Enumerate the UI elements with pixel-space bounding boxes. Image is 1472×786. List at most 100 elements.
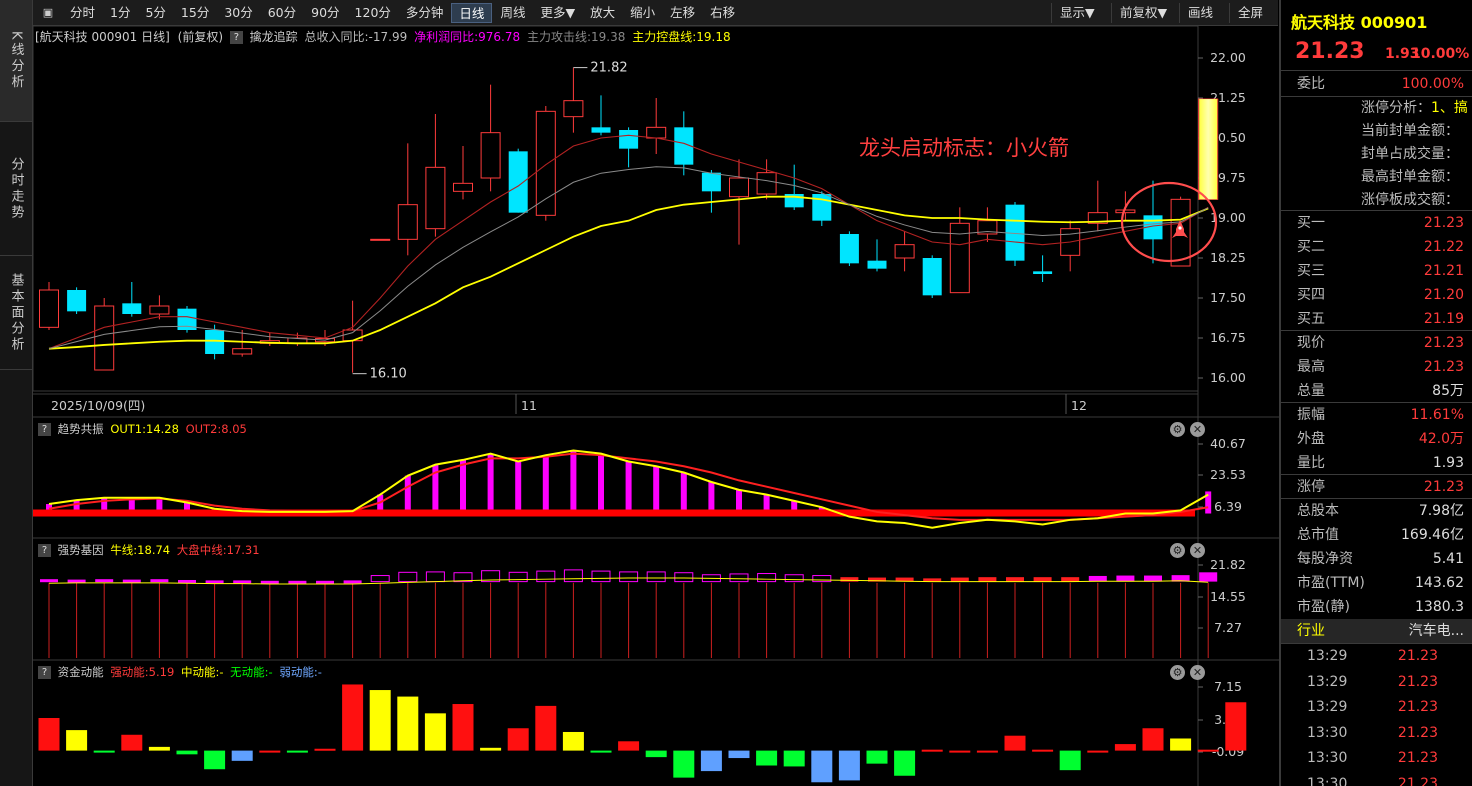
gene-bar bbox=[1033, 577, 1052, 582]
candle-body bbox=[67, 290, 87, 312]
period-button-2[interactable]: 5分 bbox=[138, 3, 172, 23]
display-menu[interactable]: 显示▼ bbox=[1051, 3, 1103, 23]
limit-line-4: 涨停板成交额： bbox=[1361, 192, 1459, 208]
tick-row: 13:30 21.23 bbox=[1307, 724, 1438, 741]
fullscreen-button[interactable]: 全屏 bbox=[1229, 3, 1271, 23]
period-toolbar: ▣ 分时 1分 5分 15分 30分 60分 90分 120分 多分钟 日线 周线 更多▼ 放大 缩小 左移… bbox=[33, 0, 1278, 26]
industry-row[interactable]: 行业 汽车电... bbox=[1281, 619, 1472, 643]
adjust-menu[interactable]: 前复权▼ bbox=[1111, 3, 1175, 23]
x-label: 12 bbox=[1071, 398, 1087, 413]
gene-bar bbox=[674, 572, 694, 583]
candle-body bbox=[922, 258, 942, 296]
tab-fundamentals[interactable]: 基本面分析 bbox=[0, 256, 32, 370]
gene-bar bbox=[343, 580, 362, 584]
stat3-row-3: 市盈(TTM) 143.62 bbox=[1297, 575, 1464, 591]
trend-bar bbox=[625, 461, 632, 514]
trend-bar bbox=[680, 472, 687, 514]
candle-body bbox=[756, 172, 777, 195]
candle-body bbox=[205, 330, 225, 354]
gene-bar bbox=[978, 577, 997, 582]
help-icon[interactable]: ? bbox=[38, 666, 51, 679]
period-button-5[interactable]: 60分 bbox=[261, 3, 303, 23]
limit-up-row: 涨停 21.23 bbox=[1297, 479, 1464, 495]
y-tick-label: 6.39 bbox=[1214, 499, 1242, 514]
gene-bar bbox=[288, 580, 307, 584]
gene-bar bbox=[1199, 572, 1218, 582]
book-row-4: 买五 21.19 bbox=[1297, 311, 1464, 327]
gene-panel-title: ? 强势基因 牛线:18.74 大盘中线:17.31 bbox=[35, 541, 260, 559]
y-tick-label: 17.50 bbox=[1210, 290, 1246, 305]
period-button-6[interactable]: 90分 bbox=[304, 3, 346, 23]
fund-bar bbox=[590, 750, 612, 753]
trend-out1: OUT1:14.28 bbox=[110, 422, 179, 436]
chart-toggle-icon[interactable]: ▣ bbox=[37, 3, 59, 23]
period-button-13[interactable]: 缩小 bbox=[623, 3, 662, 23]
fund-panel-controls: ⚙ ✕ bbox=[1150, 663, 1210, 681]
period-button-15[interactable]: 右移 bbox=[703, 3, 742, 23]
period-button-4[interactable]: 30分 bbox=[217, 3, 259, 23]
close-icon[interactable]: ✕ bbox=[1190, 421, 1205, 437]
tick-row: 13:30 21.23 bbox=[1307, 775, 1438, 786]
gear-icon[interactable]: ⚙ bbox=[1170, 421, 1185, 437]
period-button-14[interactable]: 左移 bbox=[663, 3, 702, 23]
fund-bar bbox=[1114, 744, 1136, 751]
book-row-0: 买一 21.23 bbox=[1297, 215, 1464, 231]
candle-body bbox=[1115, 209, 1136, 214]
help-icon[interactable]: ? bbox=[38, 544, 51, 557]
fund-bar bbox=[452, 704, 474, 751]
trend-bar bbox=[487, 453, 494, 514]
period-button-9[interactable]: 日线 bbox=[451, 2, 493, 23]
gene-bar bbox=[812, 575, 832, 583]
fund-bar bbox=[866, 750, 888, 764]
gear-icon[interactable]: ⚙ bbox=[1170, 664, 1185, 680]
gear-icon[interactable]: ⚙ bbox=[1170, 542, 1185, 558]
draw-button[interactable]: 画线 bbox=[1179, 3, 1221, 23]
period-button-0[interactable]: 分时 bbox=[63, 3, 102, 23]
fund-bar bbox=[1170, 738, 1192, 751]
stat2-row-2: 量比 1.93 bbox=[1297, 455, 1464, 471]
tab-k-analysis[interactable]: K线分析 bbox=[0, 0, 32, 122]
fund-bar bbox=[342, 684, 364, 751]
y-tick-label: 21.82 bbox=[1210, 557, 1246, 572]
limit-line-3: 最高封单金额： bbox=[1361, 169, 1459, 185]
gene-niu: 牛线:18.74 bbox=[110, 543, 171, 557]
candle-body bbox=[701, 172, 721, 192]
help-icon[interactable]: ? bbox=[38, 423, 51, 436]
gene-bar bbox=[563, 569, 583, 583]
y-tick-label: 40.67 bbox=[1210, 436, 1246, 451]
fund-bar bbox=[700, 750, 722, 772]
gene-panel-controls: ⚙ ✕ bbox=[1150, 541, 1210, 559]
trend-bar bbox=[460, 459, 466, 514]
fund-bar bbox=[1087, 750, 1109, 753]
low-label: 16.10 bbox=[370, 367, 407, 382]
period-button-3[interactable]: 15分 bbox=[174, 3, 216, 23]
period-button-10[interactable]: 周线 bbox=[493, 3, 532, 23]
left-tab-bar: K线分析 分时走势 基本面分析 bbox=[0, 0, 33, 786]
period-button-12[interactable]: 放大 bbox=[583, 3, 622, 23]
app-window: K线分析 分时走势 基本面分析 ▣ 分时 1分 5分 15分 30分 60分 90分 120分… bbox=[0, 0, 1472, 786]
dragon-annotation: 龙头启动标志：小火箭 bbox=[859, 136, 1069, 160]
fund-bar bbox=[93, 750, 115, 753]
tick-row: 13:29 21.23 bbox=[1307, 673, 1438, 690]
candle-body bbox=[94, 305, 115, 371]
fund-bar bbox=[838, 750, 860, 781]
gene-bar bbox=[370, 575, 390, 583]
gene-bar bbox=[1061, 577, 1080, 582]
period-button-11[interactable]: 更多▼ bbox=[533, 3, 582, 23]
tab-intraday[interactable]: 分时走势 bbox=[0, 122, 32, 256]
gene-bar bbox=[619, 571, 639, 583]
candle-body bbox=[397, 204, 418, 240]
trend-bar bbox=[570, 450, 577, 514]
stat2-row-1: 外盘 42.0万 bbox=[1297, 431, 1464, 447]
candle-body bbox=[342, 329, 363, 342]
candle-body bbox=[508, 151, 528, 213]
fund-bar bbox=[1142, 728, 1164, 751]
gene-bar bbox=[1116, 575, 1135, 582]
stat1-row-2: 总量 85万 bbox=[1297, 383, 1464, 399]
period-button-8[interactable]: 多分钟 bbox=[399, 3, 451, 23]
period-button-7[interactable]: 120分 bbox=[348, 3, 398, 23]
period-button-1[interactable]: 1分 bbox=[103, 3, 137, 23]
fund-bar bbox=[949, 750, 971, 753]
close-icon[interactable]: ✕ bbox=[1190, 664, 1205, 680]
close-icon[interactable]: ✕ bbox=[1190, 542, 1205, 558]
